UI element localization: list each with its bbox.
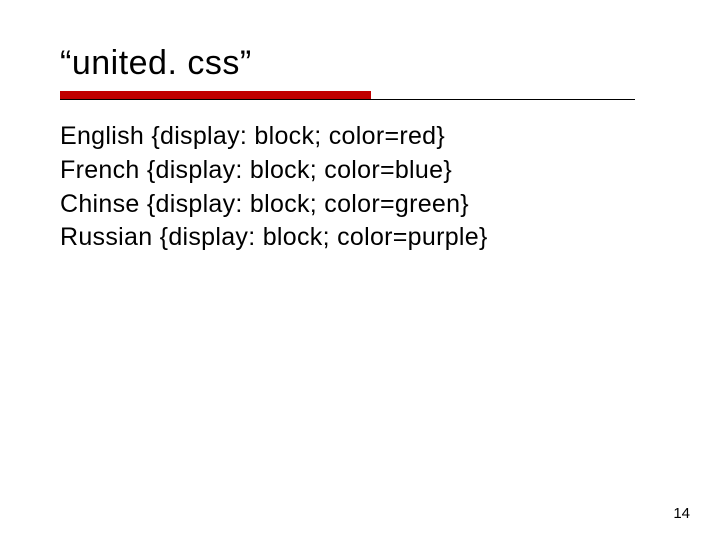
title-underline <box>60 91 635 100</box>
slide-title: “united. css” <box>60 44 672 83</box>
body-line: French {display: block; color=blue} <box>60 154 672 188</box>
body-line: Chinse {display: block; color=green} <box>60 188 672 222</box>
underline-thin-line <box>60 99 635 100</box>
body-text: English {display: block; color=red} Fren… <box>60 120 672 255</box>
slide: “united. css” English {display: block; c… <box>0 0 720 540</box>
body-line: English {display: block; color=red} <box>60 120 672 154</box>
underline-red-segment <box>60 91 371 99</box>
page-number: 14 <box>673 505 690 522</box>
body-line: Russian {display: block; color=purple} <box>60 221 672 255</box>
